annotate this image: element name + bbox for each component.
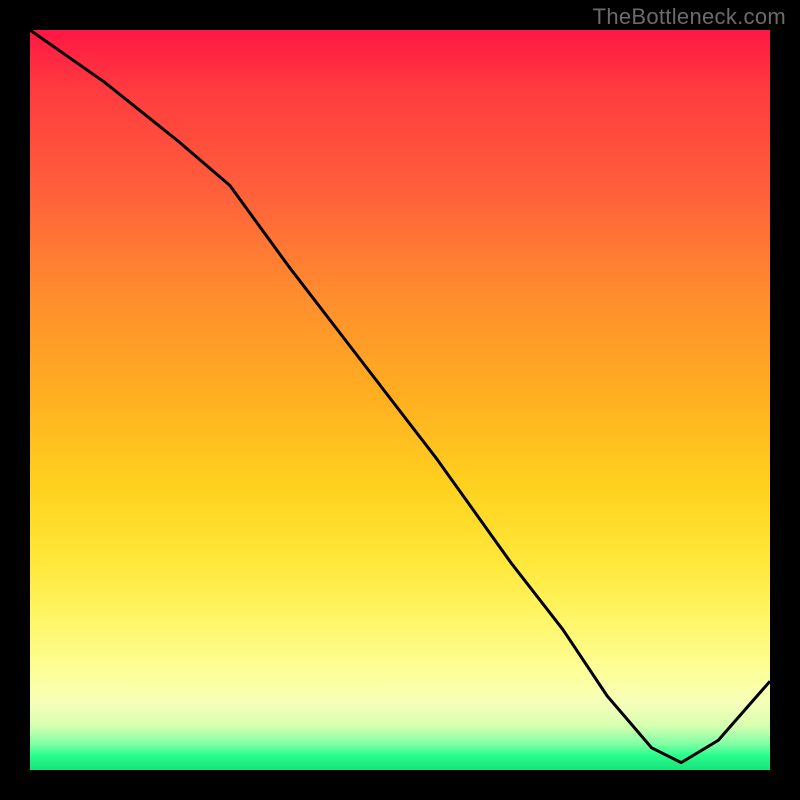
plot-area bbox=[30, 30, 770, 770]
watermark-text: TheBottleneck.com bbox=[593, 4, 786, 30]
chart-root: TheBottleneck.com bbox=[0, 0, 800, 800]
curve-layer bbox=[30, 30, 770, 770]
bottleneck-curve-path bbox=[30, 30, 770, 763]
